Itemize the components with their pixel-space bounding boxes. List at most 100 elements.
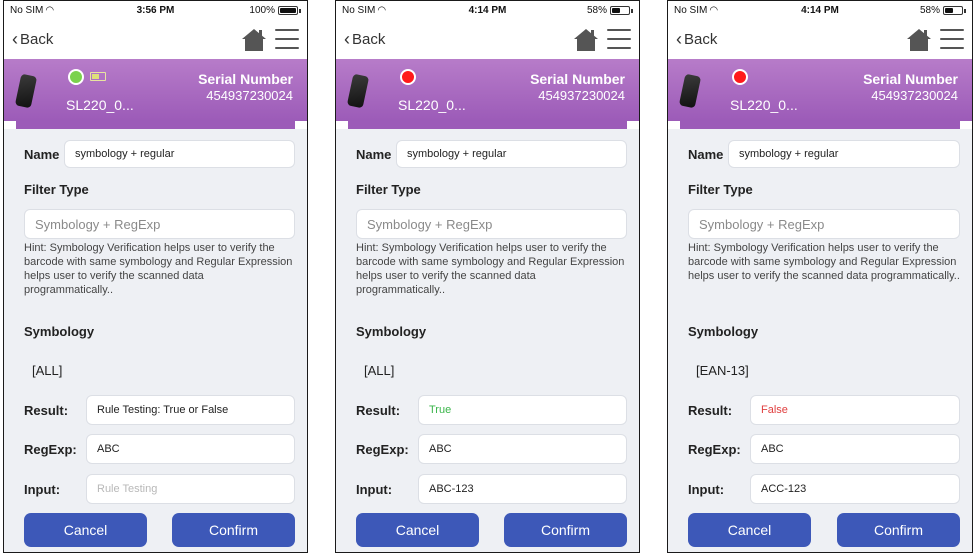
hint-text: Hint: Symbology Verification helps user … [356, 242, 625, 296]
scanner-device-icon [346, 73, 370, 109]
phone-screen-3: No SIM ◠ 4:14 PM 58% ‹ Back SL220_0... Ser… [667, 0, 973, 553]
regexp-row: RegExp: ABC [356, 434, 627, 464]
connection-status-dot [400, 69, 416, 85]
serial-number-value: 454937230024 [538, 88, 625, 103]
input-label: Input: [688, 481, 725, 497]
battery-percent: 58% [586, 5, 607, 16]
action-buttons: Cancel Confirm [24, 513, 295, 547]
input-row: Input: ABC-123 [356, 474, 627, 504]
header-tab-strip [680, 121, 960, 129]
hint-text: Hint: Symbology Verification helps user … [688, 242, 960, 282]
test-input[interactable]: ACC-123 [750, 474, 960, 504]
name-label: Name [356, 146, 392, 162]
regexp-input[interactable]: ABC [418, 434, 627, 464]
chevron-left-icon: ‹ [12, 29, 18, 49]
back-button[interactable]: ‹ Back [344, 29, 385, 49]
serial-number-value: 454937230024 [206, 88, 293, 103]
test-input[interactable]: ABC-123 [418, 474, 627, 504]
connection-status-dot [68, 69, 84, 85]
confirm-button[interactable]: Confirm [837, 513, 960, 547]
regexp-input[interactable]: ABC [750, 434, 960, 464]
hamburger-menu-icon[interactable] [275, 29, 299, 51]
home-icon[interactable] [573, 28, 599, 52]
confirm-button[interactable]: Confirm [172, 513, 295, 547]
battery-percent: 100% [249, 5, 275, 16]
chevron-left-icon: ‹ [676, 29, 682, 49]
hint-text: Hint: Symbology Verification helps user … [24, 242, 293, 296]
input-label: Input: [24, 481, 61, 497]
navigation-bar: ‹ Back [668, 23, 972, 59]
home-icon[interactable] [241, 28, 267, 52]
name-input[interactable]: symbology + regular [64, 140, 295, 168]
serial-number-value: 454937230024 [871, 88, 958, 103]
result-row: Result: True [356, 395, 627, 425]
battery-indicator: 58% [587, 5, 633, 16]
regexp-row: RegExp: ABC [688, 434, 960, 464]
device-name: SL220_0... [730, 97, 798, 113]
regexp-label: RegExp: [688, 441, 741, 457]
regexp-input[interactable]: ABC [86, 434, 295, 464]
filter-type-select[interactable]: Symbology + RegExp [688, 209, 960, 239]
hamburger-menu-icon[interactable] [607, 29, 631, 51]
result-row: Result: Rule Testing: True or False [24, 395, 295, 425]
filter-form: Name symbology + regular Filter Type Sym… [336, 129, 639, 552]
navigation-bar: ‹ Back [4, 23, 307, 59]
symbology-label: Symbology [356, 324, 427, 339]
regexp-label: RegExp: [356, 441, 409, 457]
result-field: True [418, 395, 627, 425]
back-button[interactable]: ‹ Back [676, 29, 717, 49]
result-field: Rule Testing: True or False [86, 395, 295, 425]
battery-icon [610, 6, 630, 15]
symbology-value[interactable]: [ALL] [364, 363, 394, 378]
input-label: Input: [356, 481, 393, 497]
serial-number-label: Serial Number [530, 71, 625, 87]
result-label: Result: [24, 402, 69, 418]
filter-type-label: Filter Type [356, 182, 421, 197]
device-battery-icon [90, 72, 106, 81]
name-row: Name symbology + regular [688, 139, 960, 169]
filter-type-select[interactable]: Symbology + RegExp [24, 209, 295, 239]
device-header: SL220_0... Serial Number 454937230024 [336, 59, 639, 121]
battery-indicator: 100% [249, 5, 301, 16]
cancel-button[interactable]: Cancel [688, 513, 811, 547]
symbology-value[interactable]: [EAN-13] [696, 363, 749, 378]
result-label: Result: [356, 402, 401, 418]
header-tab-strip [16, 121, 295, 129]
battery-indicator: 58% [920, 5, 966, 16]
filter-type-label: Filter Type [688, 182, 753, 197]
test-input[interactable]: Rule Testing [86, 474, 295, 504]
action-buttons: Cancel Confirm [356, 513, 627, 547]
battery-percent: 58% [919, 5, 940, 16]
name-row: Name symbology + regular [24, 139, 295, 169]
status-bar: No SIM ◠ 4:14 PM 58% [336, 1, 639, 21]
chevron-left-icon: ‹ [344, 29, 350, 49]
name-input[interactable]: symbology + regular [396, 140, 627, 168]
regexp-label: RegExp: [24, 441, 77, 457]
result-row: Result: False [688, 395, 960, 425]
action-buttons: Cancel Confirm [688, 513, 960, 547]
filter-form: Name symbology + regular Filter Type Sym… [4, 129, 307, 552]
hamburger-menu-icon[interactable] [940, 29, 964, 51]
back-button[interactable]: ‹ Back [12, 29, 53, 49]
name-row: Name symbology + regular [356, 139, 627, 169]
device-header: SL220_0... Serial Number 454937230024 [668, 59, 972, 121]
device-header: SL220_0... Serial Number 454937230024 [4, 59, 307, 121]
home-icon[interactable] [906, 28, 932, 52]
battery-icon [943, 6, 963, 15]
symbology-label: Symbology [688, 324, 759, 339]
name-input[interactable]: symbology + regular [728, 140, 960, 168]
name-label: Name [24, 146, 60, 162]
symbology-value[interactable]: [ALL] [32, 363, 62, 378]
input-row: Input: Rule Testing [24, 474, 295, 504]
device-name: SL220_0... [398, 97, 466, 113]
status-bar: No SIM ◠ 4:14 PM 58% [668, 1, 972, 21]
serial-number-label: Serial Number [198, 71, 293, 87]
input-row: Input: ACC-123 [688, 474, 960, 504]
cancel-button[interactable]: Cancel [24, 513, 147, 547]
status-bar: No SIM ◠ 3:56 PM 100% [4, 1, 307, 21]
cancel-button[interactable]: Cancel [356, 513, 479, 547]
phone-screen-2: No SIM ◠ 4:14 PM 58% ‹ Back SL220_0... Ser… [335, 0, 640, 553]
symbology-label: Symbology [24, 324, 95, 339]
confirm-button[interactable]: Confirm [504, 513, 627, 547]
filter-type-select[interactable]: Symbology + RegExp [356, 209, 627, 239]
